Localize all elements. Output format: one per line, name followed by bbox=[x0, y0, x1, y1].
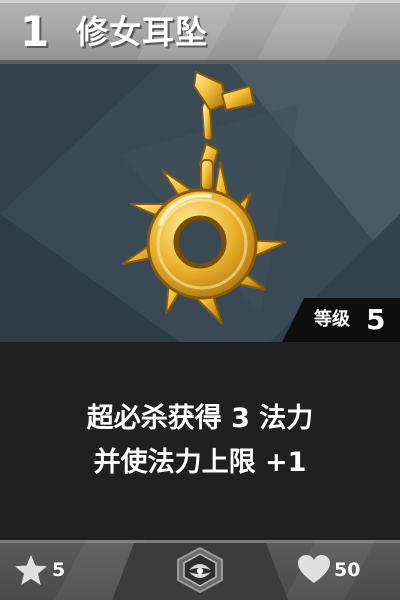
card-number: 1 bbox=[20, 7, 50, 56]
cost-value: 5 bbox=[52, 559, 66, 581]
item-card[interactable]: 1 修女耳坠 等级 5 超必杀获得 3 法力 并使法力上限 +1 5 50 bbox=[0, 0, 400, 600]
level-value: 5 bbox=[366, 303, 386, 336]
emblem-icon bbox=[177, 546, 223, 594]
star-icon bbox=[15, 555, 47, 585]
description-line: 超必杀获得 3 法力 bbox=[86, 403, 314, 434]
header-stripe bbox=[246, 0, 364, 64]
card-footer: 5 50 bbox=[0, 540, 400, 600]
heart-icon bbox=[298, 555, 330, 583]
card-header: 1 修女耳坠 bbox=[0, 0, 400, 64]
card-title: 修女耳坠 bbox=[76, 13, 209, 51]
card-art: 等级 5 bbox=[0, 64, 400, 342]
health-value: 50 bbox=[334, 559, 361, 581]
description-line: 并使法力上限 +1 bbox=[93, 447, 307, 478]
golden-sun-earring-icon bbox=[121, 70, 287, 325]
level-label: 等级 bbox=[314, 309, 350, 330]
card-description: 超必杀获得 3 法力 并使法力上限 +1 bbox=[0, 342, 400, 540]
